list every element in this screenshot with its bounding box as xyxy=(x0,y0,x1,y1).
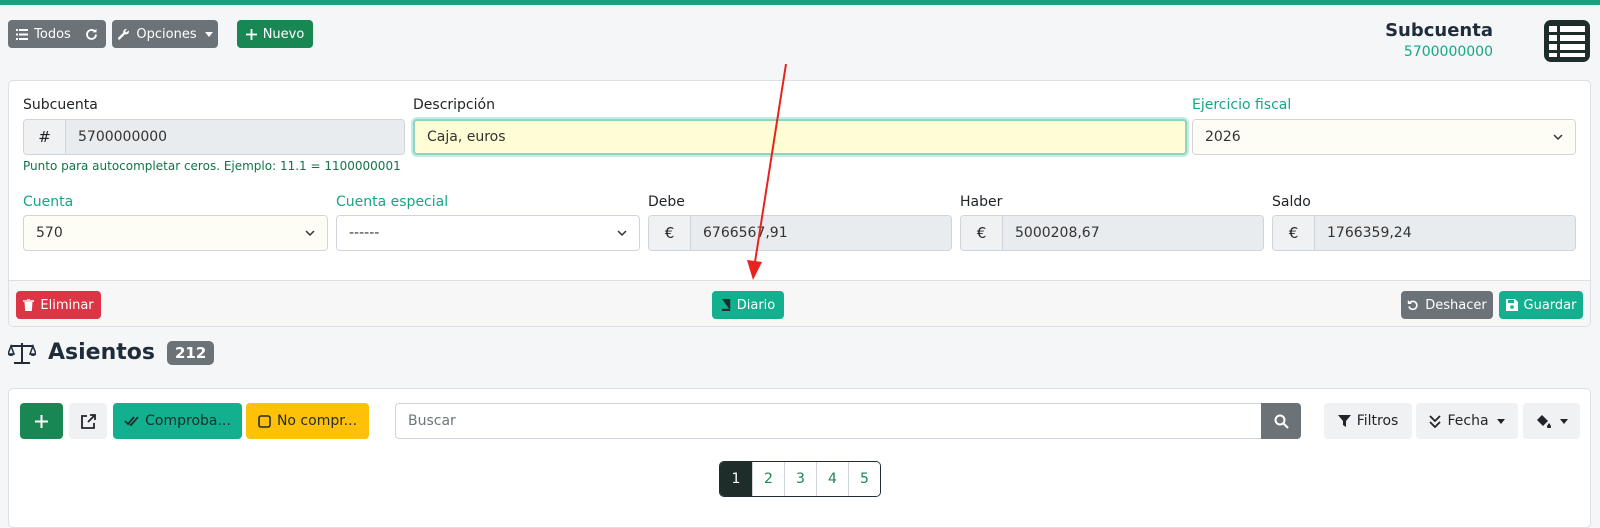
cuenta-especial-select[interactable]: ------ xyxy=(336,215,640,251)
pagination: 1 2 3 4 5 xyxy=(719,461,881,497)
sort-button[interactable]: Fecha xyxy=(1416,403,1518,439)
chevron-down-icon xyxy=(1553,134,1563,141)
descripcion-label: Descripción xyxy=(413,97,495,113)
haber-field[interactable]: € 5000208,67 xyxy=(960,215,1264,251)
saldo-value: 1766359,24 xyxy=(1315,216,1575,250)
chevron-down-icon xyxy=(305,230,315,237)
chevron-down-icon xyxy=(1496,418,1505,424)
page-button[interactable]: 2 xyxy=(752,462,784,496)
chevron-down-icon xyxy=(617,230,627,237)
form-card-footer xyxy=(9,280,1590,326)
page-button[interactable]: 1 xyxy=(720,462,752,496)
all-button-label: Todos xyxy=(34,26,71,42)
all-button[interactable]: Todos xyxy=(8,20,106,48)
book-icon xyxy=(721,299,731,311)
list-icon xyxy=(16,28,29,40)
options-button-label: Opciones xyxy=(136,26,197,42)
new-button[interactable]: Nuevo xyxy=(237,20,313,48)
saldo-field[interactable]: € 1766359,24 xyxy=(1272,215,1576,251)
filters-button[interactable]: Filtros xyxy=(1324,403,1412,439)
ejercicio-value: 2026 xyxy=(1205,129,1241,145)
plus-icon xyxy=(35,414,48,428)
plus-icon xyxy=(245,28,257,40)
ejercicio-select[interactable]: 2026 xyxy=(1192,119,1576,155)
checked-filter-button[interactable]: Comproba... xyxy=(113,403,242,439)
color-options-button[interactable] xyxy=(1523,403,1580,439)
page-button[interactable]: 4 xyxy=(816,462,848,496)
diario-button-label: Diario xyxy=(736,297,776,313)
cuenta-label: Cuenta xyxy=(23,194,74,210)
unchecked-filter-label: No compr... xyxy=(276,413,358,429)
filters-button-label: Filtros xyxy=(1356,413,1399,429)
page-title: Subcuenta xyxy=(1385,20,1493,41)
asientos-title: Asientos xyxy=(48,340,155,365)
asientos-count-badge: 212 xyxy=(166,340,215,365)
page-button[interactable]: 3 xyxy=(784,462,816,496)
subcuenta-form-card xyxy=(8,80,1591,327)
save-button-label: Guardar xyxy=(1523,297,1577,313)
euro-icon: € xyxy=(961,216,1003,250)
page-button[interactable]: 5 xyxy=(848,462,880,496)
subcuenta-label: Subcuenta xyxy=(23,97,98,113)
chevron-down-icon xyxy=(1559,418,1568,424)
chevron-down-icon xyxy=(204,31,213,37)
save-button[interactable]: Guardar xyxy=(1499,291,1583,319)
external-link-icon xyxy=(80,413,96,429)
page-header: Subcuenta 5700000000 xyxy=(1385,20,1493,62)
cuenta-select[interactable]: 570 xyxy=(23,215,328,251)
check-double-icon xyxy=(124,415,139,427)
undo-icon xyxy=(1407,299,1419,311)
refresh-icon xyxy=(85,28,98,41)
wrench-icon xyxy=(117,28,130,41)
descripcion-value: Caja, euros xyxy=(415,121,1185,153)
cuenta-especial-label: Cuenta especial xyxy=(336,194,449,210)
cuenta-value: 570 xyxy=(36,225,63,241)
euro-icon: € xyxy=(1273,216,1315,250)
subcuenta-field[interactable]: # 5700000000 xyxy=(23,119,405,155)
haber-value: 5000208,67 xyxy=(1003,216,1263,250)
delete-button[interactable]: Eliminar xyxy=(16,291,101,319)
search-icon xyxy=(1274,414,1289,429)
table-list-icon xyxy=(1544,20,1590,62)
asientos-header: Asientos 212 xyxy=(8,340,215,365)
floppy-disk-icon xyxy=(1505,299,1518,311)
search-input[interactable]: Buscar xyxy=(395,403,1261,439)
open-external-button[interactable] xyxy=(69,403,107,439)
debe-value: 6766567,91 xyxy=(691,216,951,250)
subcuenta-value: 5700000000 xyxy=(66,120,404,154)
haber-label: Haber xyxy=(960,194,1003,210)
debe-label: Debe xyxy=(648,194,685,210)
top-accent-bar xyxy=(0,0,1600,5)
euro-icon: € xyxy=(649,216,691,250)
square-icon xyxy=(258,414,271,428)
ejercicio-label: Ejercicio fiscal xyxy=(1192,97,1292,113)
cuenta-especial-value: ------ xyxy=(349,225,380,241)
descripcion-input[interactable]: Caja, euros xyxy=(413,119,1187,155)
sort-button-label: Fecha xyxy=(1447,413,1489,429)
page-subtitle-code: 5700000000 xyxy=(1403,44,1493,60)
trash-icon xyxy=(23,299,35,311)
options-button[interactable]: Opciones xyxy=(112,20,218,48)
unchecked-filter-button[interactable]: No compr... xyxy=(246,403,369,439)
add-asiento-button[interactable] xyxy=(20,403,63,439)
diario-button[interactable]: Diario xyxy=(712,291,784,319)
search-button[interactable] xyxy=(1261,403,1301,439)
debe-field[interactable]: € 6766567,91 xyxy=(648,215,952,251)
search-group: Buscar xyxy=(395,403,1301,439)
checked-filter-label: Comproba... xyxy=(145,413,231,429)
undo-button-label: Deshacer xyxy=(1425,297,1487,313)
undo-button[interactable]: Deshacer xyxy=(1401,291,1493,319)
saldo-label: Saldo xyxy=(1272,194,1311,210)
hash-icon: # xyxy=(24,120,66,154)
paint-bucket-icon xyxy=(1536,414,1552,428)
delete-button-label: Eliminar xyxy=(40,297,94,313)
subcuenta-help-text: Punto para autocompletar ceros. Ejemplo:… xyxy=(23,159,401,173)
new-button-label: Nuevo xyxy=(262,26,305,42)
balance-scale-icon xyxy=(8,341,36,365)
sort-down-icon xyxy=(1429,414,1442,428)
filter-icon xyxy=(1337,414,1351,428)
